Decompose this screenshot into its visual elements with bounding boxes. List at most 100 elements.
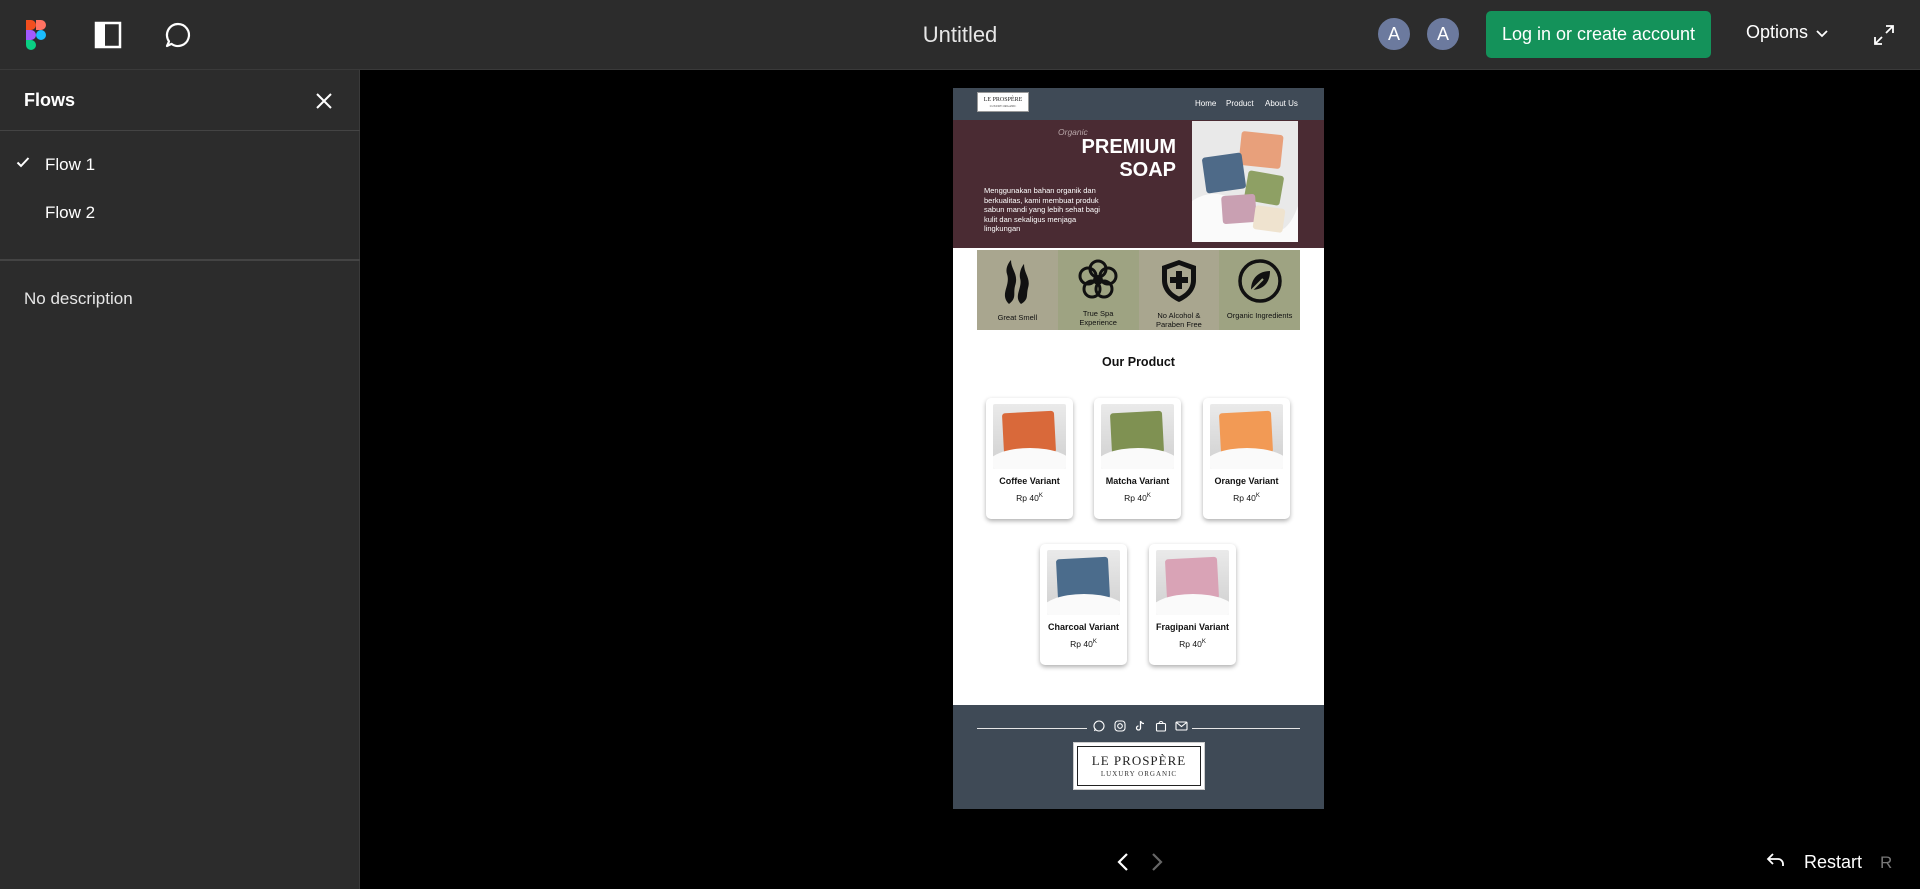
product-name: Fragipani Variant xyxy=(1155,622,1230,632)
product-image xyxy=(1101,404,1174,469)
figma-logo-icon[interactable] xyxy=(18,17,54,53)
footer-logo-subtext: LUXURY ORGANIC xyxy=(1100,769,1178,778)
footer-divider xyxy=(977,728,1087,729)
price-suffix: K xyxy=(1092,639,1097,646)
product-name: Matcha Variant xyxy=(1105,476,1170,486)
product-price: Rp 40K xyxy=(1040,639,1127,649)
leaf-icon xyxy=(1237,258,1283,309)
flows-header: Flows xyxy=(0,70,360,131)
site-navbar: LE PROSPÈRE LUXURY ORGANIC Home Product … xyxy=(953,88,1324,120)
price-value: Rp 40 xyxy=(1179,639,1202,649)
tiktok-icon[interactable] xyxy=(1134,719,1146,737)
chevron-down-icon xyxy=(1816,22,1828,43)
product-card-orange[interactable]: Orange Variant Rp 40K xyxy=(1203,398,1290,519)
sidebar-toggle-icon[interactable] xyxy=(90,17,126,53)
footer-logo: LE PROSPÈRE LUXURY ORGANIC xyxy=(1073,742,1205,790)
shield-plus-icon xyxy=(1159,258,1199,309)
product-card-coffee[interactable]: Coffee Variant Rp 40K xyxy=(986,398,1073,519)
hero-description: Menggunakan bahan organik dan berkualita… xyxy=(984,186,1100,233)
avatar[interactable]: A xyxy=(1425,16,1461,52)
instagram-icon[interactable] xyxy=(1113,719,1126,737)
restart-shortcut: R xyxy=(1880,852,1893,872)
footer-logo-text: LE PROSPÈRE xyxy=(1091,752,1187,768)
flow-item-1[interactable]: Flow 1 xyxy=(0,143,360,187)
product-card-fragipani[interactable]: Fragipani Variant Rp 40K xyxy=(1149,544,1236,665)
expand-icon[interactable] xyxy=(1866,17,1902,53)
hero-title-line: SOAP xyxy=(1119,159,1176,181)
nav-link-product[interactable]: Product xyxy=(1226,99,1254,108)
features-strip: Great Smell True Spa Experience No Alcoh… xyxy=(977,250,1300,330)
checkmark-icon xyxy=(16,155,30,174)
flows-sidebar: Flows Flow 1 Flow 2 No description xyxy=(0,70,360,889)
options-label: Options xyxy=(1746,22,1809,42)
flame-icon xyxy=(997,258,1037,311)
product-price: Rp 40K xyxy=(1203,493,1290,503)
flows-title: Flows xyxy=(24,90,76,110)
options-menu-button[interactable]: Options xyxy=(1746,22,1828,43)
logo-text: LE PROSPÈRE xyxy=(983,96,1023,103)
product-image xyxy=(1156,550,1229,615)
next-frame-button[interactable] xyxy=(1145,851,1169,877)
prototype-viewer: Untitled A A Log in or create account Op… xyxy=(0,0,1920,889)
cloth-shape xyxy=(1210,448,1283,469)
product-image xyxy=(993,404,1066,469)
price-suffix: K xyxy=(1146,493,1151,500)
cloth-shape xyxy=(1047,594,1120,615)
login-button[interactable]: Log in or create account xyxy=(1486,11,1711,58)
footer-logo-border: LE PROSPÈRE LUXURY ORGANIC xyxy=(1077,746,1201,786)
flow-item-2[interactable]: Flow 2 xyxy=(0,191,360,235)
whatsapp-icon[interactable] xyxy=(1093,719,1105,737)
chevron-right-icon xyxy=(1151,852,1163,877)
price-suffix: K xyxy=(1255,493,1260,500)
product-card-matcha[interactable]: Matcha Variant Rp 40K xyxy=(1094,398,1181,519)
cloth-shape xyxy=(993,448,1066,469)
top-bar: Untitled A A Log in or create account Op… xyxy=(0,0,1920,70)
avatar[interactable]: A xyxy=(1376,16,1412,52)
nav-link-home[interactable]: Home xyxy=(1195,99,1216,108)
flow-description: No description xyxy=(24,289,133,308)
hero-title-line: PREMIUM xyxy=(1081,136,1176,158)
hero-soap-image xyxy=(1192,121,1298,242)
product-name: Charcoal Variant xyxy=(1047,622,1120,632)
social-icons xyxy=(1093,719,1188,737)
flower-icon xyxy=(1076,258,1120,307)
site-logo[interactable]: LE PROSPÈRE LUXURY ORGANIC xyxy=(977,92,1029,112)
price-value: Rp 40 xyxy=(1233,493,1256,503)
nav-link-about[interactable]: About Us xyxy=(1265,99,1298,108)
restart-arrow-icon xyxy=(1766,852,1786,873)
restart-button[interactable]: Restart R xyxy=(1766,852,1892,873)
flow-label: Flow 2 xyxy=(45,203,96,222)
product-name: Orange Variant xyxy=(1214,476,1279,486)
hero-banner: Organic PREMIUM SOAP Menggunakan bahan o… xyxy=(953,120,1324,248)
feature-label: Organic Ingredients xyxy=(1226,311,1293,320)
product-name: Coffee Variant xyxy=(999,476,1060,486)
logo-subtext: LUXURY ORGANIC xyxy=(989,103,1017,108)
price-suffix: K xyxy=(1201,639,1206,646)
feature-organic: Organic Ingredients xyxy=(1219,250,1300,330)
cloth-shape xyxy=(1101,448,1174,469)
chevron-left-icon xyxy=(1117,852,1129,877)
product-price: Rp 40K xyxy=(1094,493,1181,503)
comment-icon[interactable] xyxy=(160,17,196,53)
mail-icon[interactable] xyxy=(1175,719,1188,737)
price-value: Rp 40 xyxy=(1124,493,1147,503)
previous-frame-button[interactable] xyxy=(1111,851,1135,877)
price-suffix: K xyxy=(1038,493,1043,500)
feature-no-alcohol: No Alcohol & Paraben Free xyxy=(1138,250,1220,330)
feature-great-smell: Great Smell xyxy=(977,250,1058,330)
shop-icon[interactable] xyxy=(1155,719,1167,737)
price-value: Rp 40 xyxy=(1016,493,1039,503)
site-footer: LE PROSPÈRE LUXURY ORGANIC xyxy=(953,705,1324,809)
product-card-charcoal[interactable]: Charcoal Variant Rp 40K xyxy=(1040,544,1127,665)
restart-label: Restart xyxy=(1804,852,1863,872)
section-title: Our Product xyxy=(1102,355,1175,369)
flow-label: Flow 1 xyxy=(45,155,96,174)
feature-label: No Alcohol & Paraben Free xyxy=(1155,311,1202,329)
divider xyxy=(0,259,360,261)
close-icon[interactable] xyxy=(311,88,337,114)
price-value: Rp 40 xyxy=(1070,639,1093,649)
feature-spa: True Spa Experience xyxy=(1057,250,1139,330)
feature-label: Great Smell xyxy=(997,313,1038,322)
product-price: Rp 40K xyxy=(986,493,1073,503)
prototype-frame[interactable]: LE PROSPÈRE LUXURY ORGANIC Home Product … xyxy=(953,88,1324,809)
